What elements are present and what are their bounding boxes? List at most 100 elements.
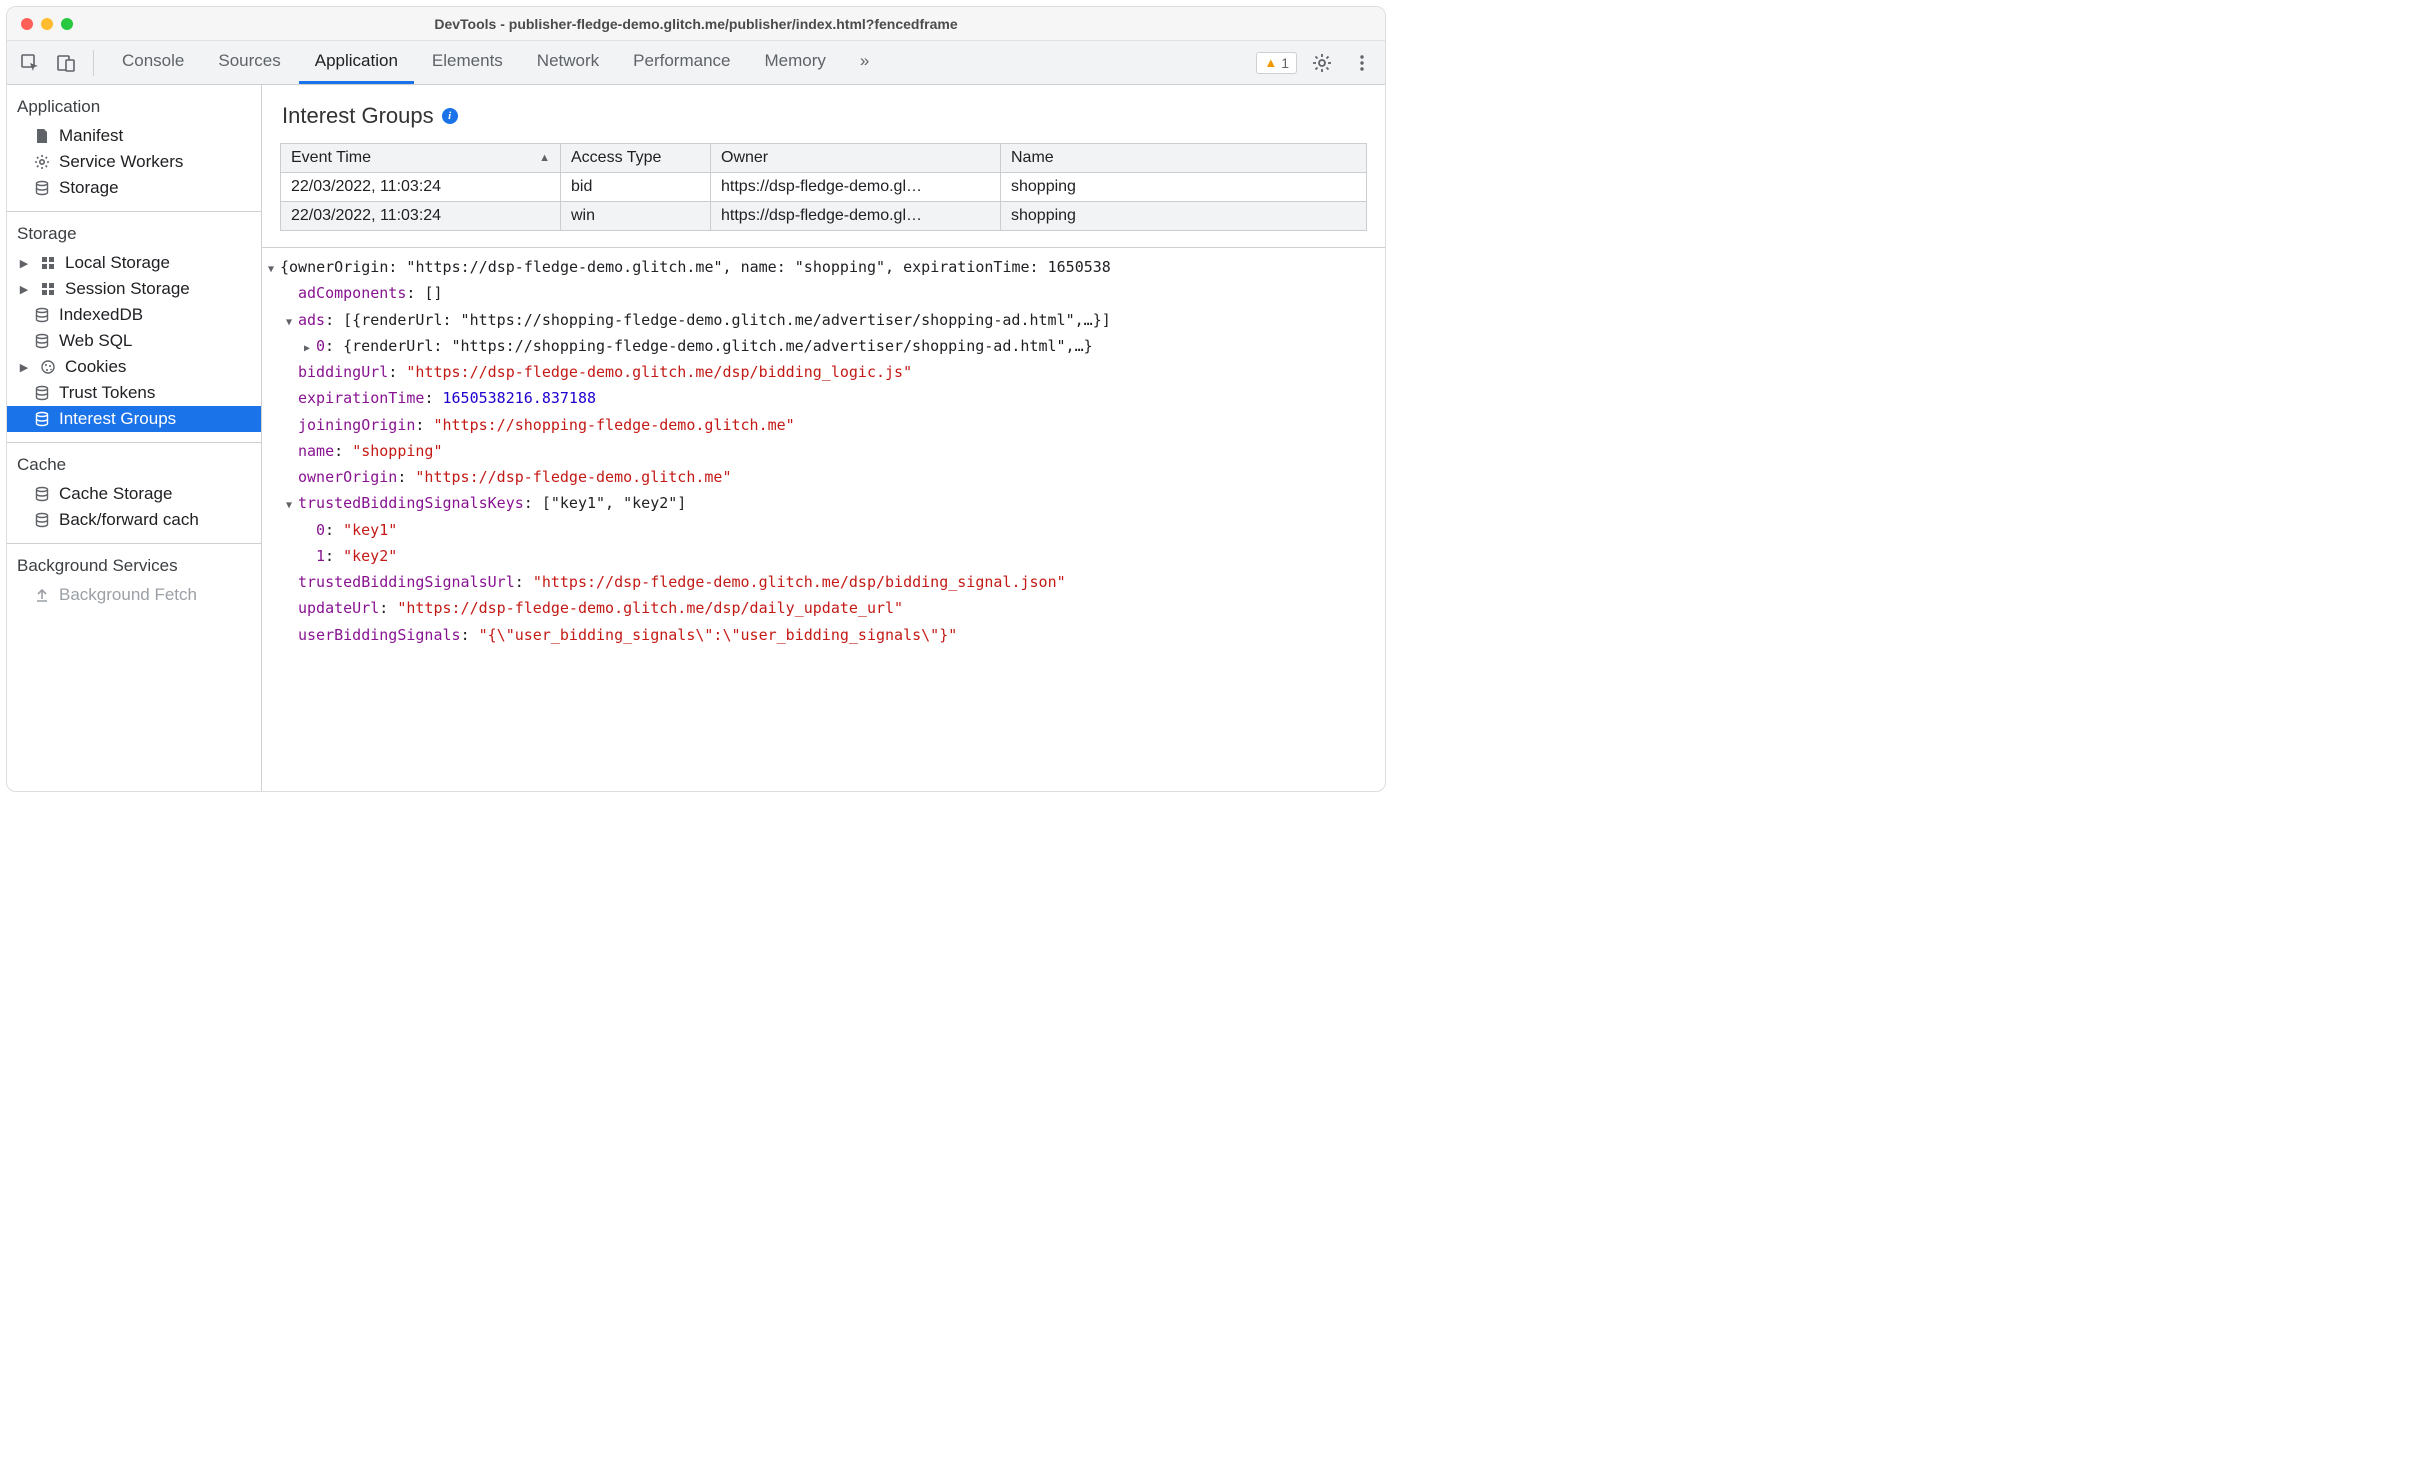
cell-type: bid [561,173,711,202]
cell-time: 22/03/2022, 11:03:24 [281,173,561,202]
sidebar-item-label: Cookies [65,357,126,377]
section-heading-cache: Cache [7,449,261,481]
sidebar-item-label: Interest Groups [59,409,176,429]
more-tabs-button[interactable]: » [844,41,885,84]
maximize-window-button[interactable] [61,18,73,30]
table-row[interactable]: 22/03/2022, 11:03:24 win https://dsp-fle… [281,202,1367,231]
tab-performance[interactable]: Performance [617,41,746,84]
panel-title: Interest Groups [282,103,434,129]
tab-memory[interactable]: Memory [748,41,841,84]
tree-row[interactable]: userBiddingSignals: "{\"user_bidding_sig… [268,622,1375,648]
section-heading-background: Background Services [7,550,261,582]
sidebar-item-storage[interactable]: Storage [7,175,261,201]
tree-row[interactable]: expirationTime: 1650538216.837188 [268,385,1375,411]
warning-count: 1 [1281,55,1289,71]
disclosure-open-icon[interactable] [268,254,280,280]
cell-name: shopping [1001,173,1367,202]
tree-row[interactable]: trustedBiddingSignalsKeys: ["key1", "key… [268,490,1375,516]
device-toolbar-icon[interactable] [51,48,81,78]
sidebar-item-label: IndexedDB [59,305,143,325]
issues-badge[interactable]: ▲ 1 [1256,52,1297,74]
tab-sources[interactable]: Sources [202,41,296,84]
sidebar-item-cookies[interactable]: ▶ Cookies [7,354,261,380]
chevron-right-icon: ▶ [19,257,29,270]
tree-row[interactable]: name: "shopping" [268,438,1375,464]
database-icon [33,384,51,402]
minimize-window-button[interactable] [41,18,53,30]
tab-application[interactable]: Application [299,41,414,84]
cell-type: win [561,202,711,231]
database-icon [33,485,51,503]
tree-row[interactable]: 0: {renderUrl: "https://shopping-fledge-… [268,333,1375,359]
sidebar-item-session-storage[interactable]: ▶ Session Storage [7,276,261,302]
gear-icon [33,153,51,171]
disclosure-closed-icon[interactable] [304,333,316,359]
chevron-right-icon: ▶ [19,283,29,296]
section-cache: Cache Cache Storage Back/forward cach [7,443,261,544]
tab-network[interactable]: Network [521,41,615,84]
sidebar-item-background-fetch[interactable]: Background Fetch [7,582,261,608]
table-row[interactable]: 22/03/2022, 11:03:24 bid https://dsp-fle… [281,173,1367,202]
window-titlebar: DevTools - publisher-fledge-demo.glitch.… [7,7,1385,41]
tree-row[interactable]: ads: [{renderUrl: "https://shopping-fled… [268,307,1375,333]
sidebar-item-service-workers[interactable]: Service Workers [7,149,261,175]
sidebar-item-bf-cache[interactable]: Back/forward cach [7,507,261,533]
sidebar-item-label: Storage [59,178,119,198]
sidebar-item-local-storage[interactable]: ▶ Local Storage [7,250,261,276]
disclosure-open-icon[interactable] [286,307,298,333]
sidebar-item-manifest[interactable]: Manifest [7,123,261,149]
grid-icon [39,254,57,272]
sidebar-item-indexeddb[interactable]: IndexedDB [7,302,261,328]
sidebar-item-label: Service Workers [59,152,183,172]
tree-row[interactable]: 1: "key2" [268,543,1375,569]
tree-row[interactable]: 0: "key1" [268,517,1375,543]
sidebar-item-cache-storage[interactable]: Cache Storage [7,481,261,507]
devtools-toolbar: Console Sources Application Elements Net… [7,41,1385,85]
tree-row[interactable]: joiningOrigin: "https://shopping-fledge-… [268,412,1375,438]
sidebar-item-label: Local Storage [65,253,170,273]
toolbar-right: ▲ 1 [1256,48,1377,78]
cell-name: shopping [1001,202,1367,231]
disclosure-open-icon[interactable] [286,490,298,516]
settings-gear-icon[interactable] [1307,48,1337,78]
window-title: DevTools - publisher-fledge-demo.glitch.… [7,16,1385,32]
database-icon [33,511,51,529]
info-icon[interactable]: i [442,108,458,124]
tree-row[interactable]: adComponents: [] [268,280,1375,306]
sidebar-item-websql[interactable]: Web SQL [7,328,261,354]
col-name[interactable]: Name [1001,144,1367,173]
panel-splitter[interactable] [262,247,1385,248]
inspect-element-icon[interactable] [15,48,45,78]
toolbar-divider [93,50,94,76]
database-icon [33,410,51,428]
section-application: Application Manifest Service Workers Sto… [7,85,261,212]
sidebar-item-label: Back/forward cach [59,510,199,530]
tab-elements[interactable]: Elements [416,41,519,84]
col-access-type[interactable]: Access Type [561,144,711,173]
section-heading-storage: Storage [7,218,261,250]
table-header-row: Event Time ▲ Access Type Owner Name [281,144,1367,173]
database-icon [33,179,51,197]
col-owner[interactable]: Owner [711,144,1001,173]
section-storage: Storage ▶ Local Storage ▶ Session Storag… [7,212,261,443]
tab-console[interactable]: Console [106,41,200,84]
warning-icon: ▲ [1264,55,1277,70]
kebab-menu-icon[interactable] [1347,48,1377,78]
tree-row[interactable]: biddingUrl: "https://dsp-fledge-demo.gli… [268,359,1375,385]
col-event-time[interactable]: Event Time ▲ [281,144,561,173]
sidebar-item-interest-groups[interactable]: Interest Groups [7,406,261,432]
tree-row-root[interactable]: {ownerOrigin: "https://dsp-fledge-demo.g… [268,254,1375,280]
database-icon [33,306,51,324]
sort-asc-icon: ▲ [539,152,550,164]
object-tree: {ownerOrigin: "https://dsp-fledge-demo.g… [262,252,1385,658]
close-window-button[interactable] [21,18,33,30]
devtools-tabs: Console Sources Application Elements Net… [106,41,885,84]
tree-row[interactable]: trustedBiddingSignalsUrl: "https://dsp-f… [268,569,1375,595]
sidebar-item-trust-tokens[interactable]: Trust Tokens [7,380,261,406]
sidebar-item-label: Session Storage [65,279,190,299]
tree-row[interactable]: updateUrl: "https://dsp-fledge-demo.glit… [268,595,1375,621]
cell-owner: https://dsp-fledge-demo.gl… [711,173,1001,202]
grid-icon [39,280,57,298]
sidebar-item-label: Web SQL [59,331,132,351]
tree-row[interactable]: ownerOrigin: "https://dsp-fledge-demo.gl… [268,464,1375,490]
